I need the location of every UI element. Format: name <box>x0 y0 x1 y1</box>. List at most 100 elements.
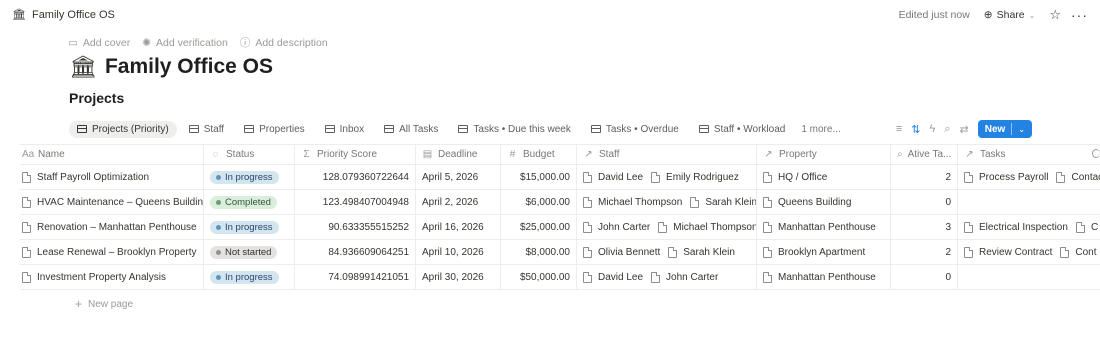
staff-relation[interactable]: Sarah Klein <box>690 196 756 208</box>
automation-icon[interactable]: ϟ <box>930 123 936 135</box>
cell-budget[interactable]: $15,000.00 <box>501 165 577 189</box>
column-header-budget[interactable]: # Budget <box>501 145 577 164</box>
task-relation[interactable]: Cont <box>1060 246 1096 258</box>
filter-icon[interactable]: ≡ <box>896 123 902 135</box>
cell-budget[interactable]: $50,000.00 <box>501 265 577 289</box>
search-icon[interactable]: ⌕ <box>944 123 950 136</box>
column-header-name[interactable]: Aa Name <box>20 145 204 164</box>
property-relation[interactable]: Manhattan Penthouse <box>763 271 876 283</box>
cell-staff[interactable]: Olivia Bennett Sarah Klein <box>577 240 757 264</box>
column-header-score[interactable]: Σ Priority Score <box>295 145 416 164</box>
cell-deadline[interactable]: April 30, 2026 <box>416 265 501 289</box>
cell-deadline[interactable]: April 10, 2026 <box>416 240 501 264</box>
share-button[interactable]: ⊕ Share ⌄ <box>980 8 1040 22</box>
task-relation[interactable]: Review Contract <box>964 246 1052 258</box>
task-relation[interactable]: Electrical Inspection <box>964 221 1068 233</box>
cell-property[interactable]: Manhattan Penthouse <box>757 265 891 289</box>
cell-status[interactable]: In progress <box>204 165 295 189</box>
tab-view[interactable]: Tasks • Overdue <box>583 121 687 138</box>
staff-relation[interactable]: John Carter <box>651 271 718 283</box>
cell-property[interactable]: Brooklyn Apartment <box>757 240 891 264</box>
page-title-text[interactable]: Family Office OS <box>105 55 273 79</box>
cell-deadline[interactable]: April 2, 2026 <box>416 190 501 214</box>
tab-view[interactable]: Inbox <box>317 121 372 138</box>
page-title[interactable]: 🏛 Family Office OS <box>69 54 273 80</box>
cell-staff[interactable]: Michael Thompson Sarah Klein <box>577 190 757 214</box>
more-options-icon[interactable]: ··· <box>1071 7 1088 23</box>
status-badge[interactable]: Not started <box>210 245 278 259</box>
cell-property[interactable]: HQ / Office <box>757 165 891 189</box>
row-title[interactable]: Lease Renewal – Brooklyn Property <box>37 247 197 258</box>
staff-relation[interactable]: Sarah Klein <box>668 246 735 258</box>
add-cover-button[interactable]: ▭ Add cover <box>68 35 130 50</box>
cell-name[interactable]: Staff Payroll Optimization <box>20 165 204 189</box>
cell-property[interactable]: Manhattan Penthouse <box>757 215 891 239</box>
tab-view[interactable]: All Tasks <box>376 121 446 138</box>
page-emoji-icon[interactable]: 🏛 <box>69 54 97 80</box>
cell-tasks[interactable] <box>958 265 1100 289</box>
property-relation[interactable]: Manhattan Penthouse <box>763 221 876 233</box>
cell-staff[interactable]: John Carter Michael Thompson <box>577 215 757 239</box>
cell-name[interactable]: Lease Renewal – Brooklyn Property <box>20 240 204 264</box>
column-header-ative[interactable]: ⌕ Ative Ta... <box>891 145 958 164</box>
tab-view[interactable]: Properties <box>236 121 313 138</box>
cell-deadline[interactable]: April 16, 2026 <box>416 215 501 239</box>
cell-budget[interactable]: $6,000.00 <box>501 190 577 214</box>
status-badge[interactable]: In progress <box>210 270 279 284</box>
chevron-down-icon[interactable]: ⌄ <box>1018 125 1025 134</box>
cell-status[interactable]: Completed <box>204 190 295 214</box>
row-title[interactable]: Investment Property Analysis <box>37 272 166 283</box>
status-badge[interactable]: In progress <box>210 220 279 234</box>
more-views-button[interactable]: 1 more... <box>797 121 844 138</box>
row-title[interactable]: Staff Payroll Optimization <box>37 172 149 183</box>
column-header-status[interactable]: ◌ Status <box>204 145 295 164</box>
cell-budget[interactable]: $25,000.00 <box>501 215 577 239</box>
database-title[interactable]: Projects <box>69 90 124 106</box>
property-relation[interactable]: Brooklyn Apartment <box>763 246 865 258</box>
table-row[interactable]: Lease Renewal – Brooklyn Property Not sta… <box>20 240 1100 265</box>
task-relation[interactable]: Process Payroll <box>964 171 1048 183</box>
cell-status[interactable]: In progress <box>204 265 295 289</box>
status-badge[interactable]: Completed <box>210 195 277 209</box>
new-page-button[interactable]: + New page <box>75 297 133 311</box>
cell-property[interactable]: Queens Building <box>757 190 891 214</box>
tab-view[interactable]: Staff <box>181 121 232 138</box>
row-title[interactable]: Renovation – Manhattan Penthouse <box>37 222 197 233</box>
staff-relation[interactable]: Michael Thompson <box>583 196 682 208</box>
settings-icon[interactable]: ⇄ <box>960 123 969 136</box>
table-row[interactable]: Renovation – Manhattan Penthouse In progr… <box>20 215 1100 240</box>
column-header-tasks[interactable]: ↗ Tasks <box>958 145 1100 164</box>
add-verification-button[interactable]: ✺ Add verification <box>142 35 228 50</box>
task-relation[interactable]: C <box>1075 221 1098 233</box>
staff-relation[interactable]: Olivia Bennett <box>583 246 660 258</box>
staff-relation[interactable]: David Lee <box>583 171 643 183</box>
tab-view[interactable]: Tasks • Due this week <box>450 121 578 138</box>
tab-view[interactable]: Staff • Workload <box>691 121 794 138</box>
cell-tasks[interactable]: Electrical Inspection C <box>958 215 1100 239</box>
cell-tasks[interactable]: Process Payroll Contac <box>958 165 1100 189</box>
cell-tasks[interactable]: Review Contract Cont <box>958 240 1100 264</box>
cell-name[interactable]: HVAC Maintenance – Queens Building <box>20 190 204 214</box>
cell-name[interactable]: Renovation – Manhattan Penthouse <box>20 215 204 239</box>
cell-tasks[interactable] <box>958 190 1100 214</box>
tab-view[interactable]: Projects (Priority) <box>69 120 177 138</box>
staff-relation[interactable]: Emily Rodriguez <box>651 171 739 183</box>
status-badge[interactable]: In progress <box>210 170 279 184</box>
table-row[interactable]: HVAC Maintenance – Queens Building Comple… <box>20 190 1100 215</box>
staff-relation[interactable]: Michael Thompson <box>658 221 756 233</box>
property-relation[interactable]: HQ / Office <box>763 171 827 183</box>
new-button[interactable]: New ⌄ <box>977 120 1032 138</box>
cell-deadline[interactable]: April 5, 2026 <box>416 165 501 189</box>
breadcrumb[interactable]: 🏛 Family Office OS <box>12 8 115 22</box>
star-icon[interactable]: ☆ <box>1049 7 1061 23</box>
column-header-property[interactable]: ↗ Property <box>757 145 891 164</box>
table-row[interactable]: Staff Payroll Optimization In progress 128… <box>20 165 1100 190</box>
sort-icon[interactable]: ⇅ <box>911 123 920 136</box>
task-relation[interactable]: Contac <box>1056 171 1100 183</box>
cell-staff[interactable]: David Lee Emily Rodriguez <box>577 165 757 189</box>
table-row[interactable]: Investment Property Analysis In progress 7… <box>20 265 1100 290</box>
staff-relation[interactable]: John Carter <box>583 221 650 233</box>
cell-status[interactable]: In progress <box>204 215 295 239</box>
add-description-button[interactable]: ⓘ Add description <box>240 35 328 50</box>
cell-status[interactable]: Not started <box>204 240 295 264</box>
